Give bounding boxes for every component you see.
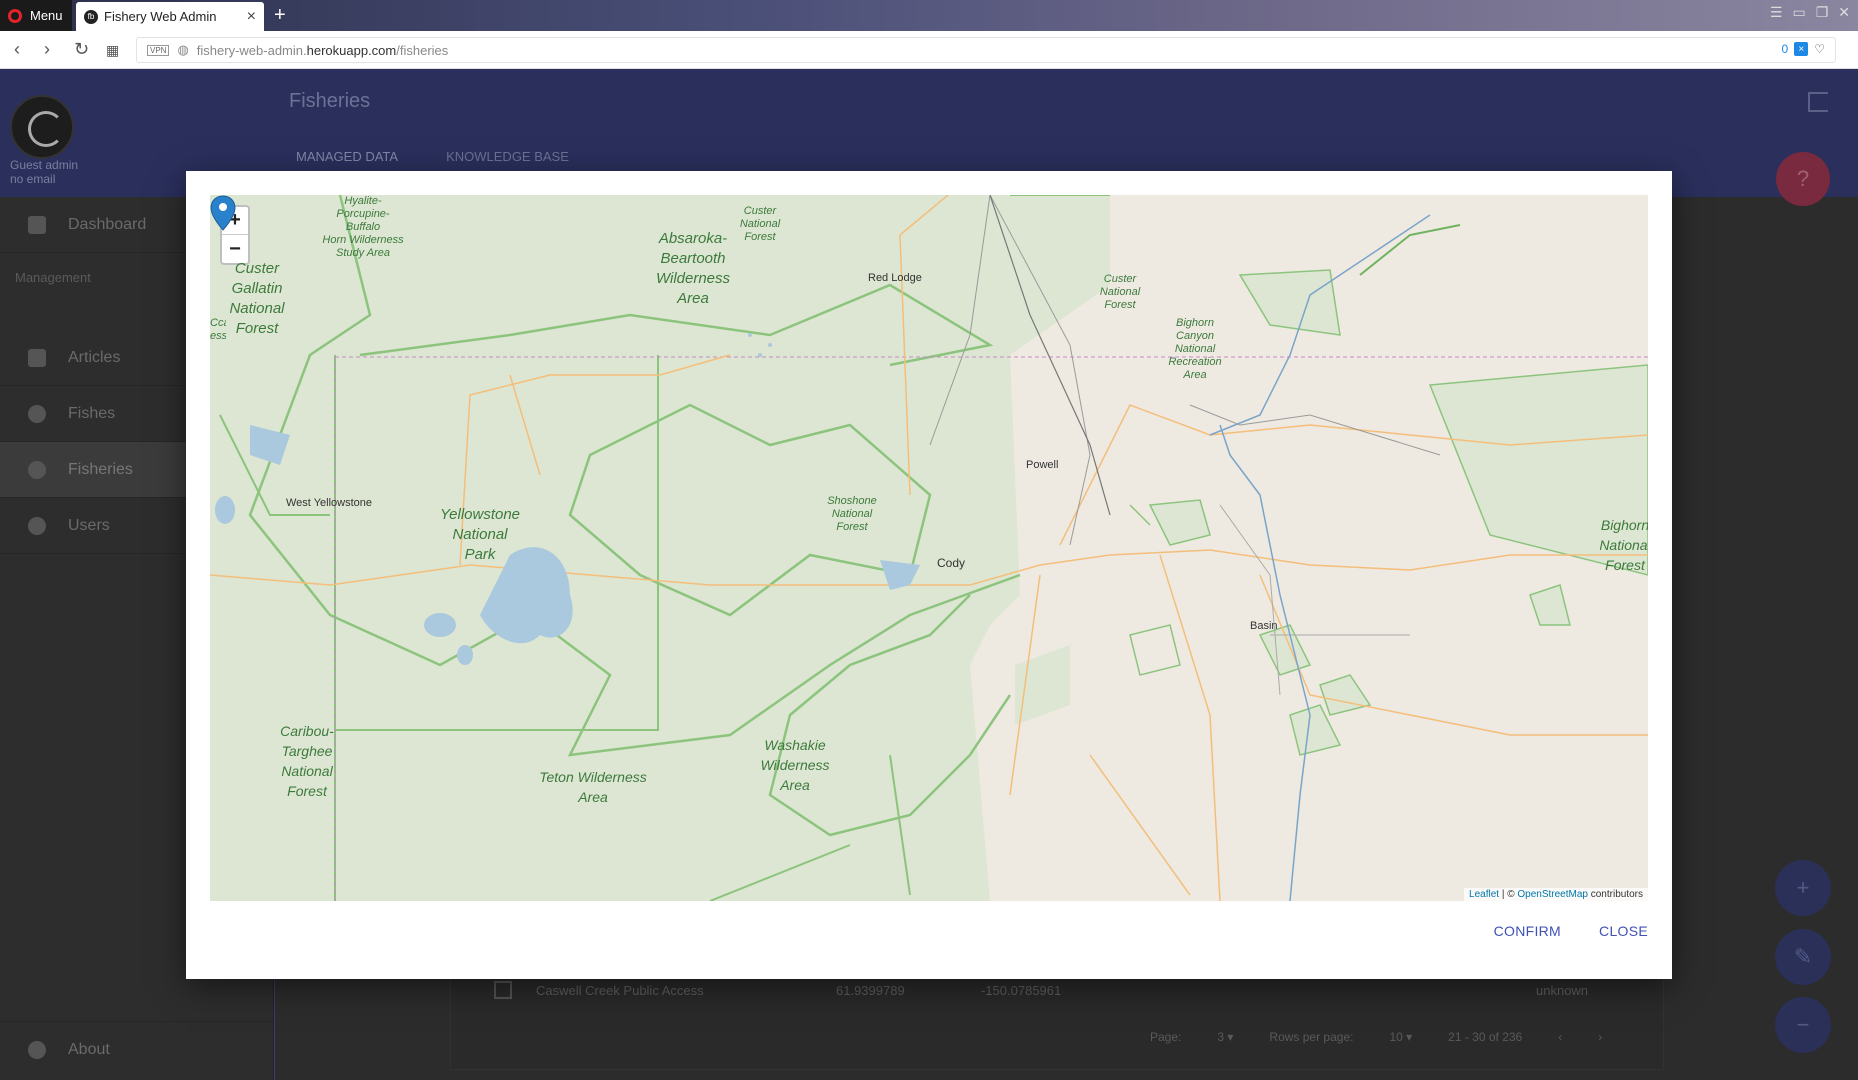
row-longitude: -150.0785961 (981, 982, 1062, 998)
sidebar-section-management: Management (15, 270, 91, 285)
location-marker-icon[interactable] (210, 195, 236, 231)
opera-logo-icon (8, 8, 22, 23)
park-label: Absaroka- Beartooth Wilderness Area (655, 230, 731, 307)
new-tab-icon[interactable]: + (274, 4, 286, 27)
map-view[interactable]: + − Red Lodge Powell West Yellowstone Co… (210, 195, 1648, 901)
map-picker-dialog: + − Red Lodge Powell West Yellowstone Co… (186, 171, 1672, 979)
sidebar-item-label: About (68, 1040, 110, 1058)
sidebar-item-about[interactable]: About (0, 1021, 274, 1077)
openstreetmap-link[interactable]: OpenStreetMap (1517, 889, 1588, 900)
page-range: 21 - 30 of 236 (1448, 1030, 1523, 1044)
park-label: Shoshone National Forest (827, 495, 877, 533)
help-circle-icon (28, 404, 46, 423)
rows-per-page-label: Rows per page: (1269, 1030, 1354, 1044)
site-favicon-icon: fb (84, 9, 98, 24)
dialog-actions: CONFIRM CLOSE (1494, 923, 1648, 939)
location-pin-icon (28, 460, 46, 479)
map-tiles (210, 195, 1648, 901)
place-label: Basin (1250, 620, 1278, 632)
row-status: unknown (1536, 982, 1589, 998)
close-button[interactable]: CLOSE (1599, 923, 1648, 939)
place-label: Cody (937, 556, 966, 570)
sidebar-item-label: Fisheries (68, 460, 133, 478)
tab-knowledge-base[interactable]: KNOWLEDGE BASE (446, 149, 569, 164)
address-bar: ‹ › ↻ ▦ VPN ◍ fishery-web-admin.herokuap… (0, 31, 1858, 69)
park-label: Washakie Wilderness Area (760, 737, 830, 793)
add-icon: + (1796, 875, 1810, 900)
dashboard-icon (28, 215, 46, 234)
bookmark-heart-icon[interactable]: ♡ (1814, 42, 1825, 56)
next-page-icon[interactable]: › (1598, 1030, 1602, 1044)
speed-dial-icon[interactable]: ▦ (106, 42, 119, 59)
row-name: Caswell Creek Public Access (536, 982, 704, 998)
park-label: Yellowstone National Park (439, 506, 521, 563)
row-checkbox[interactable] (494, 981, 512, 999)
window-close-icon[interactable]: ✕ (1838, 4, 1850, 21)
tab-title: Fishery Web Admin (104, 9, 217, 24)
avatar (10, 95, 74, 159)
vpn-badge[interactable]: VPN (147, 44, 170, 56)
section-tabs: MANAGED DATA KNOWLEDGE BASE (296, 149, 569, 164)
page-title: Fisheries (289, 90, 371, 112)
park-label: Custer Gallatin National Forest (229, 260, 285, 337)
users-icon (28, 516, 46, 535)
edit-button[interactable]: ✎ (1775, 929, 1831, 985)
info-icon (28, 1040, 46, 1059)
park-label: Teton Wilderness Area (539, 769, 647, 805)
window-controls: ☰ ▭ ❐ ✕ (1770, 4, 1850, 21)
leaflet-link[interactable]: Leaflet (1469, 889, 1499, 900)
back-icon[interactable]: ‹ (14, 39, 20, 60)
park-label: Caribou- Targhee National Forest (280, 723, 334, 799)
tab-managed-data[interactable]: MANAGED DATA (296, 149, 398, 164)
sidebar-item-label: Dashboard (68, 215, 147, 233)
forward-icon[interactable]: › (44, 39, 50, 60)
place-label: West Yellowstone (286, 497, 373, 509)
map-attribution: Leaflet | © OpenStreetMap contributors (1464, 888, 1648, 901)
browser-menu-button[interactable]: Menu (0, 0, 72, 31)
park-label: Custer National Forest (1099, 273, 1141, 311)
help-button[interactable]: ? (1776, 152, 1830, 206)
place-label: Red Lodge (868, 272, 922, 284)
user-info: Guest admin no email (10, 158, 78, 186)
remove-icon: − (1796, 1012, 1810, 1037)
sidebar-item-label: Users (68, 516, 110, 534)
rows-per-page-select[interactable]: 10 ▾ (1389, 1030, 1412, 1044)
park-label: Ccal ess (210, 317, 226, 342)
park-label: Bighorn Canyon National Recreation Area (1168, 317, 1222, 381)
table-row[interactable]: Caswell Creek Public Access 61.9399789 -… (494, 975, 1644, 1005)
pagination: Page: 3 ▾ Rows per page: 10 ▾ 21 - 30 of… (1150, 1030, 1602, 1044)
remove-button[interactable]: − (1775, 997, 1831, 1053)
add-button[interactable]: + (1775, 860, 1831, 916)
url-text: fishery-web-admin.herokuapp.com/fisherie… (196, 42, 449, 58)
ad-block-icon[interactable]: × (1794, 42, 1809, 56)
sidebar-item-label: Fishes (68, 404, 116, 422)
sidebar-item-label: Articles (68, 348, 121, 366)
user-name: Guest admin (10, 158, 79, 172)
browser-tab[interactable]: fb Fishery Web Admin × (76, 2, 264, 31)
page-select[interactable]: 3 ▾ (1217, 1030, 1233, 1044)
tab-menu-icon[interactable]: ☰ (1770, 4, 1783, 21)
help-icon: ? (1796, 166, 1810, 191)
park-label: Bighorn National Forest (1599, 517, 1648, 573)
logout-icon[interactable] (1808, 92, 1828, 112)
prev-page-icon[interactable]: ‹ (1558, 1030, 1562, 1044)
user-email: no email (10, 172, 56, 186)
url-field[interactable]: VPN ◍ fishery-web-admin.herokuapp.com/fi… (136, 37, 1836, 63)
confirm-button[interactable]: CONFIRM (1494, 923, 1561, 939)
edit-icon: ✎ (1793, 944, 1813, 969)
browser-tab-strip: Menu fb Fishery Web Admin × + ☰ ▭ ❐ ✕ (0, 0, 1858, 31)
ad-block-count: 0 (1781, 42, 1789, 56)
park-label: Hyalite- Porcupine- Buffalo Horn Wildern… (322, 195, 404, 259)
article-icon (28, 348, 46, 367)
globe-icon: ◍ (177, 42, 189, 57)
browser-menu-label: Menu (30, 8, 63, 23)
maximize-icon[interactable]: ❐ (1816, 4, 1829, 21)
page-label: Page: (1150, 1030, 1182, 1044)
place-label: Powell (1026, 459, 1059, 471)
reload-icon[interactable]: ↻ (74, 39, 89, 60)
tab-close-icon[interactable]: × (247, 8, 256, 26)
minimize-icon[interactable]: ▭ (1792, 4, 1805, 21)
row-latitude: 61.9399789 (836, 982, 905, 998)
